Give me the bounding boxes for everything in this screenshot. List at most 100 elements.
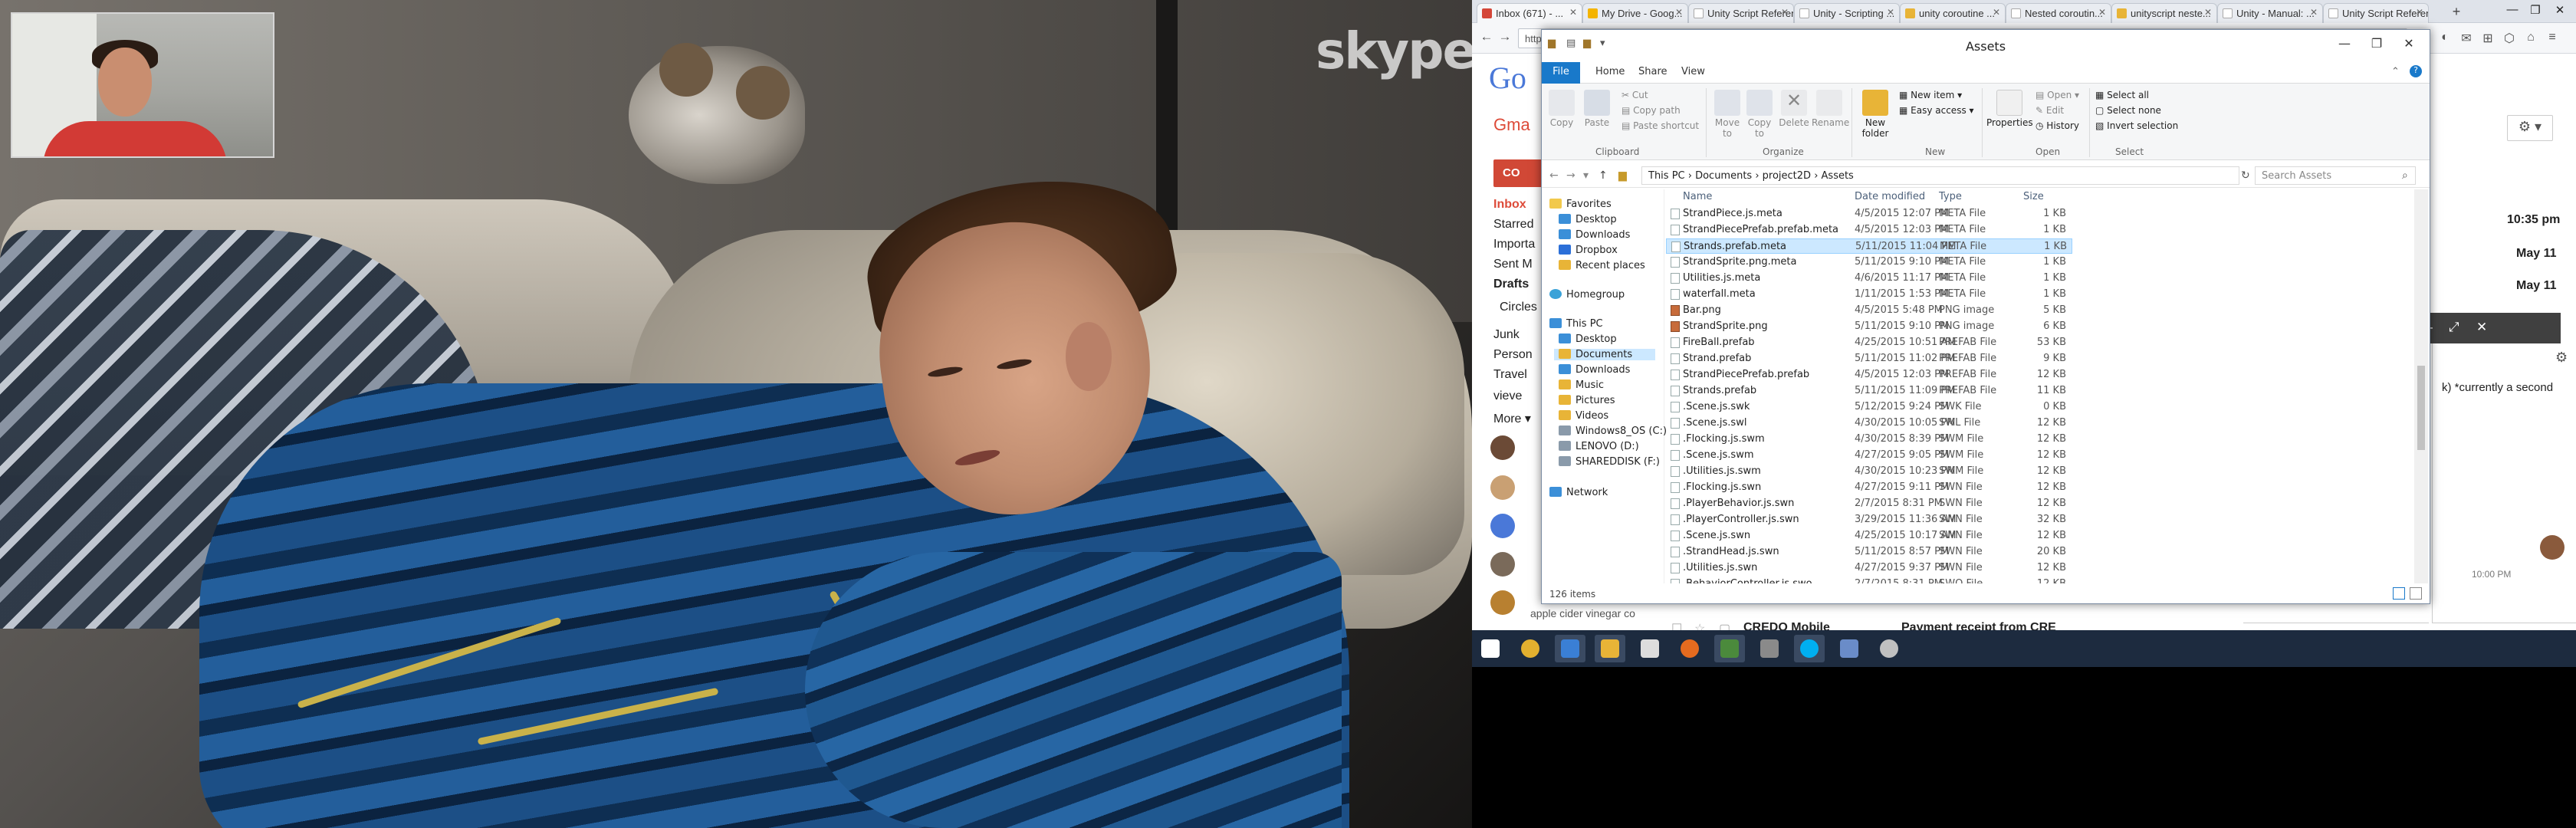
address-breadcrumb[interactable]: This PC › Documents › project2D › Assets [1641,166,2239,185]
nav-vieve[interactable]: vieve [1493,389,1522,403]
file-row[interactable]: .PlayerController.js.swn 3/29/2015 11:36 … [1666,512,2072,527]
nav-recent-places[interactable]: Recent places [1559,260,1645,271]
large-icons-view-icon[interactable] [2410,587,2422,600]
new-tab-button[interactable]: + [2447,5,2466,20]
file-row[interactable]: Bar.png 4/5/2015 5:48 PM PNG image 5 KB [1666,303,2072,318]
file-row[interactable]: StrandSprite.png 5/11/2015 9:10 PM PNG ima… [1666,319,2072,334]
file-row[interactable]: StrandPiecePrefab.prefab.meta 4/5/2015 12… [1666,222,2072,238]
taskbar-notes[interactable] [1754,635,1785,662]
extension-icon[interactable]: ✉ [2458,31,2475,48]
rename-button[interactable]: Rename [1812,90,1849,128]
file-list-scrollbar[interactable] [2414,189,2428,583]
settings-gear-icon[interactable]: ⚙ ▾ [2507,115,2553,141]
close-icon[interactable]: ✕ [1887,7,1894,18]
nav-favorites[interactable]: Favorites [1549,199,1612,210]
chat-settings-icon[interactable]: ⚙ [2555,350,2568,366]
tab-unity-scripting[interactable]: Unity - Scripting ... ✕ [1794,3,1900,23]
nav-personal[interactable]: Person [1493,348,1533,362]
file-row[interactable]: Strands.prefab 5/11/2015 11:09 PM PREFAB F… [1666,383,2072,399]
file-row[interactable]: Strands.prefab.meta 5/11/2015 11:04 PM MET… [1666,238,2072,254]
file-row[interactable]: FireBall.prefab 4/25/2015 10:51 AM PREFAB … [1666,335,2072,350]
close-icon[interactable]: ✕ [2204,7,2212,18]
move-to-button[interactable]: Move to [1712,90,1743,139]
close-icon[interactable]: ✕ [2416,7,2423,18]
history-button[interactable]: ◷ History [2036,120,2079,131]
help-icon[interactable]: ? [2410,65,2422,77]
file-row[interactable]: .Scene.js.swk 5/12/2015 9:24 PM SWK File 0 … [1666,399,2072,415]
search-assets-input[interactable]: Search Assets [2255,166,2416,185]
taskbar-window[interactable] [1834,635,1865,662]
tab-drive[interactable]: My Drive - Goog... ✕ [1582,3,1688,23]
close-icon[interactable]: ✕ [1781,7,1789,18]
column-header-size[interactable]: Size [2023,191,2044,202]
properties-button[interactable]: Properties [1986,90,2033,128]
chevron-up-icon[interactable]: ⌃ [2391,66,2400,77]
gmail-label[interactable]: Gma [1493,115,1530,135]
nav-travel[interactable]: Travel [1493,368,1527,382]
taskbar-chrome[interactable] [1515,635,1546,662]
column-header-type[interactable]: Type [1939,191,1962,202]
refresh-icon[interactable]: ↻ [2241,169,2250,182]
tab-share[interactable]: Share [1638,66,1668,77]
cut-button[interactable]: ✂ Cut [1622,90,1648,100]
minimize-icon[interactable]: — [2501,3,2524,16]
taskbar-editor[interactable] [1714,635,1745,662]
close-icon[interactable]: ✕ [2310,7,2318,18]
tab-unity-manual[interactable]: Unity - Manual: ... ✕ [2217,3,2323,23]
tab-file[interactable]: File [1542,62,1580,84]
delete-button[interactable]: ✕ Delete [1778,90,1810,128]
nav-drive-f[interactable]: SHAREDDISK (F:) [1559,456,1660,468]
paste-shortcut-button[interactable]: ▤ Paste shortcut [1622,120,1699,131]
up-arrow-icon[interactable]: ↑ [1598,169,1608,182]
copy-path-button[interactable]: ▤ Copy path [1622,105,1681,116]
popout-icon[interactable]: ⤢ [2449,320,2459,335]
extension-icon[interactable]: ⊞ [2479,31,2496,48]
file-row[interactable]: StrandSprite.png.meta 5/11/2015 9:10 PM ME… [1666,255,2072,270]
nav-pc-downloads[interactable]: Downloads [1559,364,1630,376]
new-item-button[interactable]: ▦ New item ▾ [1899,90,1962,100]
avatar[interactable] [1490,514,1515,538]
tab-home[interactable]: Home [1595,66,1625,77]
taskbar-paint[interactable] [1874,635,1904,662]
copy-to-button[interactable]: Copy to [1744,90,1775,139]
new-folder-button[interactable]: New folder [1856,90,1894,139]
easy-access-button[interactable]: ▦ Easy access ▾ [1899,105,1974,116]
back-arrow-icon[interactable]: ← [1478,29,1495,46]
nav-sent[interactable]: Sent M [1493,258,1533,271]
tab-unity-reference-1[interactable]: Unity Script Referenc...✕ [1688,3,1794,23]
file-row[interactable]: .Utilities.js.swm 4/30/2015 10:23 PM SWM F… [1666,464,2072,479]
forward-arrow-icon[interactable]: → [1566,169,1576,182]
avatar[interactable] [1490,590,1515,615]
file-row[interactable]: StrandPiecePrefab.prefab 4/5/2015 12:03 P… [1666,367,2072,383]
close-icon[interactable]: ✕ [2098,7,2106,18]
taskbar-file-explorer[interactable] [1595,635,1625,662]
file-row[interactable]: .BehaviorController.js.swo 2/7/2015 8:31 … [1666,577,2072,583]
invert-selection-button[interactable]: ▧ Invert selection [2095,120,2178,131]
select-none-button[interactable]: ▢ Select none [2095,105,2161,116]
avatar[interactable] [1490,435,1515,460]
avatar[interactable] [1490,475,1515,500]
nav-desktop[interactable]: Desktop [1559,214,1617,225]
tab-unity-coroutine[interactable]: unity coroutine ... ✕ [1900,3,2006,23]
explorer-title-bar[interactable]: ▆ ▤ ▆ ▾ Assets — ❐ ✕ [1542,30,2430,62]
file-row[interactable]: .Scene.js.swn 4/25/2015 10:17 AM SWN File 1… [1666,528,2072,544]
file-row[interactable]: .Scene.js.swm 4/27/2015 9:05 PM SWM File 12… [1666,448,2072,463]
nav-drive-d[interactable]: LENOVO (D:) [1559,441,1639,452]
scrollbar-thumb[interactable] [2417,366,2425,450]
home-icon[interactable]: ⌂ [2522,31,2539,48]
file-row[interactable]: .StrandHead.js.swn 5/11/2015 8:57 PM SWN F… [1666,544,2072,560]
nav-this-pc[interactable]: This PC [1549,318,1603,330]
nav-documents[interactable]: Documents [1554,349,1655,360]
paste-button[interactable]: Paste [1580,90,1614,128]
close-window-icon[interactable]: ✕ [2396,36,2422,51]
nav-circles[interactable]: Circles [1500,301,1537,314]
nav-music[interactable]: Music [1559,380,1604,391]
file-row[interactable]: .Flocking.js.swm 4/30/2015 8:39 PM SWM Fil… [1666,432,2072,447]
nav-drafts[interactable]: Drafts [1493,278,1529,291]
close-icon[interactable]: ✕ [2476,320,2487,335]
nav-pc-desktop[interactable]: Desktop [1559,334,1617,345]
file-row[interactable]: Utilities.js.meta 4/6/2015 11:17 PM META F… [1666,271,2072,286]
column-header-date[interactable]: Date modified [1855,191,1925,202]
self-view-thumbnail[interactable] [11,12,274,158]
restore-icon[interactable]: ❐ [2524,3,2547,17]
